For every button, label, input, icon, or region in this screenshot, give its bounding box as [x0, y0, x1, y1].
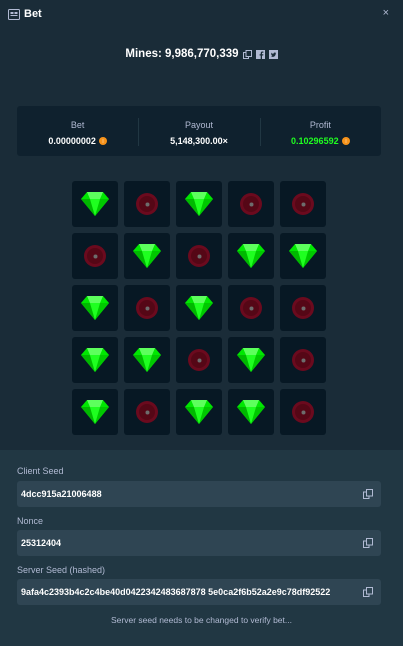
close-icon[interactable]: ×: [383, 7, 389, 19]
copy-icon: [363, 489, 373, 499]
tile-gem[interactable]: [228, 233, 274, 279]
tile-gem[interactable]: [72, 181, 118, 227]
gem-icon: [184, 399, 214, 425]
mines-summary: Mines: 9,986,770,339: [0, 48, 403, 60]
nonce-label: Nonce: [17, 516, 44, 526]
copy-icon: [363, 587, 373, 597]
tile-gem[interactable]: [176, 285, 222, 331]
client-seed-label: Client Seed: [17, 466, 64, 476]
modal-title: Bet: [24, 8, 42, 20]
stat-payout: Payout 5,148,300.00×: [138, 106, 259, 156]
mine-icon: [238, 191, 264, 217]
mine-icon: [134, 191, 160, 217]
tile-mine[interactable]: [280, 337, 326, 383]
mine-icon: [82, 243, 108, 269]
tile-gem[interactable]: [176, 389, 222, 435]
modal-header: Bet ×: [0, 0, 403, 30]
gem-icon: [184, 295, 214, 321]
copy-button[interactable]: [355, 530, 381, 556]
tile-gem[interactable]: [72, 337, 118, 383]
payout-multiplier: 5,148,300.00×: [170, 136, 228, 146]
gem-icon: [184, 191, 214, 217]
gem-icon: [80, 295, 110, 321]
profit-amount: 0.10296592: [291, 136, 339, 146]
gem-icon: [80, 191, 110, 217]
bet-amount: 0.00000002: [48, 136, 96, 146]
gem-icon: [132, 243, 162, 269]
mine-icon: [186, 347, 212, 373]
mine-icon: [290, 399, 316, 425]
tile-gem[interactable]: [280, 233, 326, 279]
stat-value: 0.00000002: [17, 136, 138, 146]
bitcoin-coin-icon: [341, 137, 350, 145]
tile-gem[interactable]: [124, 337, 170, 383]
mine-icon: [290, 191, 316, 217]
stat-label: Bet: [70, 120, 85, 130]
tile-mine[interactable]: [124, 181, 170, 227]
gem-icon: [236, 399, 266, 425]
bet-ticket-icon: [8, 9, 20, 20]
gem-icon: [236, 347, 266, 373]
client-seed-field[interactable]: 4dcc915a21006488: [17, 481, 381, 507]
stat-label: Profit: [309, 120, 331, 130]
gem-icon: [80, 399, 110, 425]
nonce-value[interactable]: 25312404: [21, 530, 346, 556]
mines-count-text: Mines: 9,986,770,339: [125, 48, 239, 60]
tile-gem[interactable]: [228, 389, 274, 435]
client-seed-value[interactable]: 4dcc915a21006488: [21, 481, 346, 507]
stat-label: Payout: [184, 120, 213, 130]
mine-icon: [134, 295, 160, 321]
tile-mine[interactable]: [280, 285, 326, 331]
copy-button[interactable]: [355, 579, 381, 605]
bitcoin-coin-icon: [98, 137, 107, 145]
tile-mine[interactable]: [228, 181, 274, 227]
gem-icon: [288, 243, 318, 269]
tile-gem[interactable]: [176, 181, 222, 227]
server-seed-label: Server Seed (hashed): [17, 565, 106, 575]
mine-icon: [186, 243, 212, 269]
tile-gem[interactable]: [72, 285, 118, 331]
stat-value: 0.10296592: [260, 136, 381, 146]
tile-mine[interactable]: [280, 389, 326, 435]
mines-grid: [72, 181, 326, 435]
tile-mine[interactable]: [280, 181, 326, 227]
server-seed-field[interactable]: 9afa4c2393b4c2c4be40d0422342483687878 5e…: [17, 579, 381, 605]
mine-icon: [238, 295, 264, 321]
copy-icon[interactable]: [242, 49, 252, 59]
tile-gem[interactable]: [228, 337, 274, 383]
tile-gem[interactable]: [72, 389, 118, 435]
tile-mine[interactable]: [124, 285, 170, 331]
server-seed-value[interactable]: 9afa4c2393b4c2c4be40d0422342483687878 5e…: [21, 579, 346, 605]
nonce-field[interactable]: 25312404: [17, 530, 381, 556]
copy-icon: [363, 538, 373, 548]
stat-bet: Bet 0.00000002: [17, 106, 138, 156]
bet-stats-panel: Bet 0.00000002 Payout 5,148,300.00× Prof…: [17, 106, 381, 156]
mine-icon: [290, 295, 316, 321]
tile-mine[interactable]: [176, 337, 222, 383]
tile-mine[interactable]: [124, 389, 170, 435]
tile-mine[interactable]: [228, 285, 274, 331]
stat-value: 5,148,300.00×: [138, 136, 259, 146]
mine-icon: [290, 347, 316, 373]
tile-gem[interactable]: [124, 233, 170, 279]
facebook-icon[interactable]: [255, 49, 265, 59]
tile-mine[interactable]: [72, 233, 118, 279]
mine-icon: [134, 399, 160, 425]
gem-icon: [80, 347, 110, 373]
gem-icon: [132, 347, 162, 373]
tile-mine[interactable]: [176, 233, 222, 279]
copy-button[interactable]: [355, 481, 381, 507]
twitter-icon[interactable]: [268, 49, 278, 59]
gem-icon: [236, 243, 266, 269]
verify-note: Server seed needs to be changed to verif…: [111, 615, 292, 625]
stat-profit: Profit 0.10296592: [259, 106, 381, 156]
